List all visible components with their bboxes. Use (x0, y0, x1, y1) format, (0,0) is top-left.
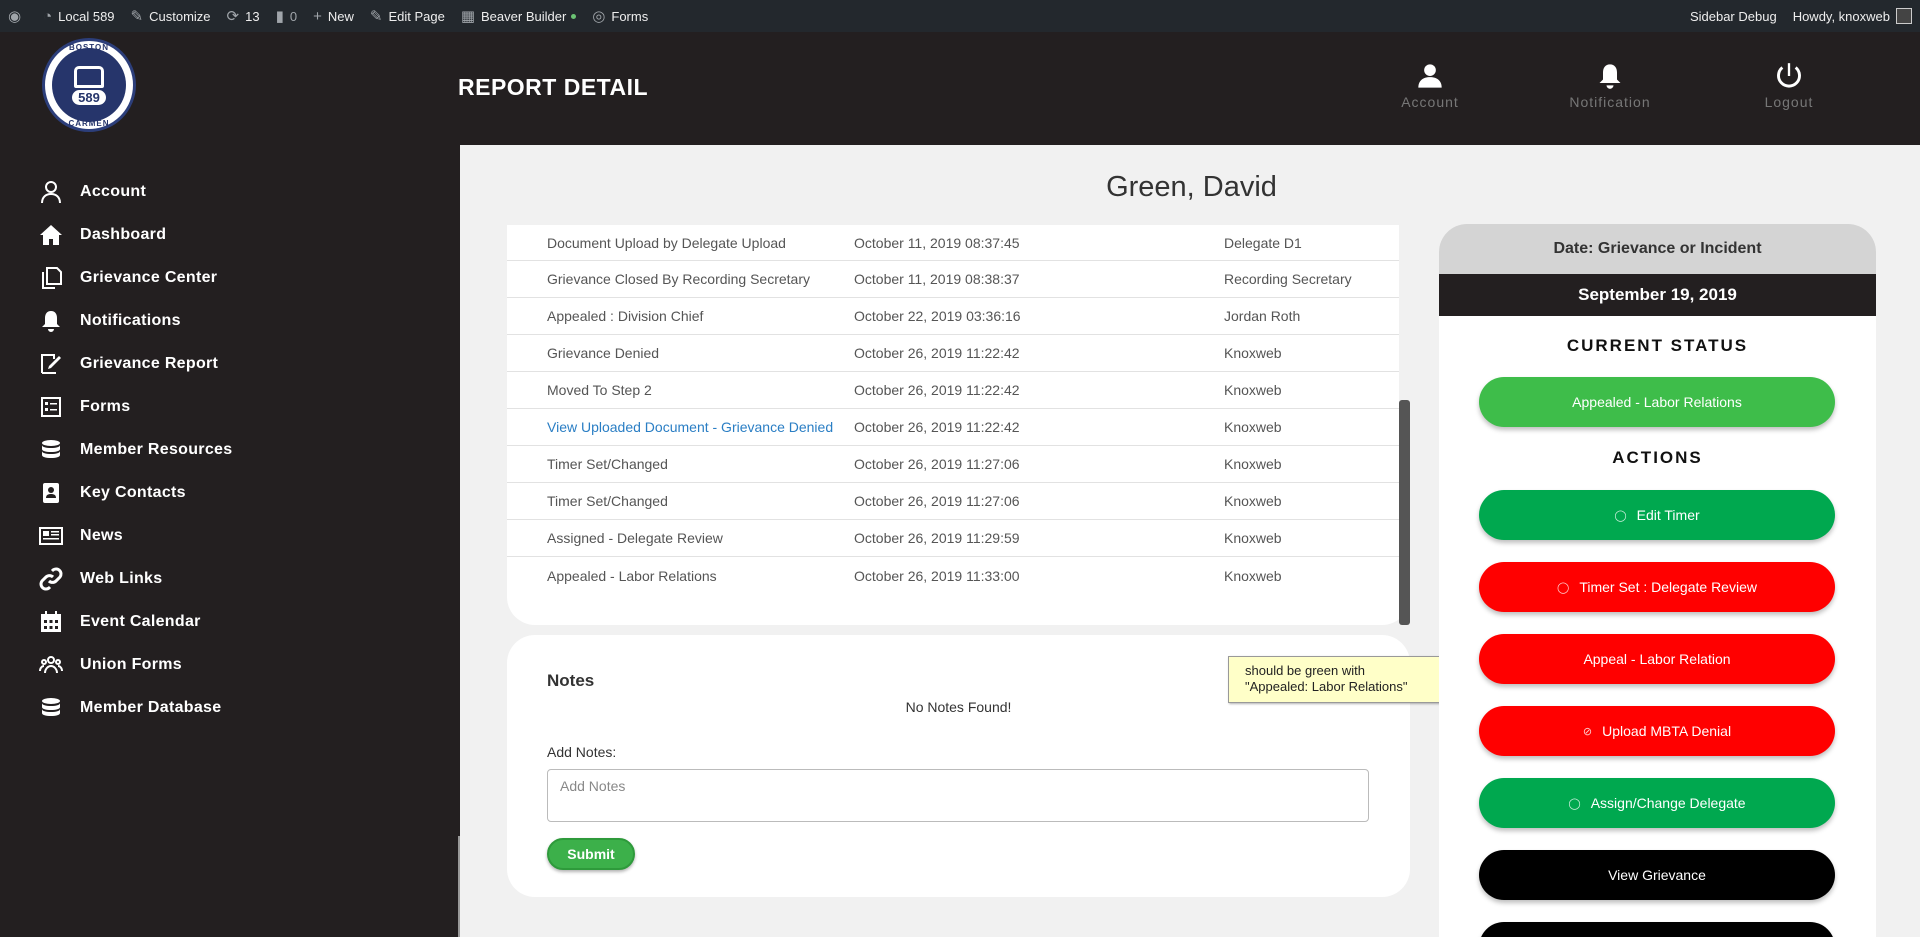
member-name: Green, David (1106, 171, 1277, 203)
add-notes-label: Add Notes: (547, 744, 617, 760)
avatar (1896, 8, 1912, 24)
check-circle-icon: ◯ (1614, 509, 1627, 522)
notification-button[interactable]: Notification (1560, 62, 1660, 110)
ban-icon: ⊘ (1582, 725, 1593, 738)
forms-icon: ◎ (592, 7, 606, 25)
check-circle-icon: ◯ (1557, 581, 1570, 594)
beaver-builder-link[interactable]: ▦ Beaver Builder (453, 0, 584, 32)
incident-date: September 19, 2019 (1439, 274, 1876, 316)
admin-bar: ◉ ◔ Local 589 ✎ Customize ⟳ 13 ▮ 0 + New ✎ Edi… (0, 0, 1920, 32)
edit-timer-button[interactable]: ◯ Edit Timer (1479, 490, 1835, 540)
plus-icon: + (313, 7, 322, 25)
database-icon (38, 437, 64, 463)
table-row: Timer Set/Changed October 26, 2019 11:27:… (507, 446, 1410, 483)
union-logo[interactable]: BOSTON 589 CARMEN (42, 38, 136, 132)
pencil-icon: ✎ (369, 7, 383, 25)
forms-link[interactable]: ◎ Forms (584, 0, 656, 32)
table-row: Timer Set/Changed October 26, 2019 11:27:… (507, 483, 1410, 520)
sidebar-item-member-resources[interactable]: Member Resources (38, 428, 232, 471)
edit-page-link[interactable]: ✎ Edit Page (362, 0, 453, 32)
notes-input[interactable] (547, 769, 1369, 822)
main-content: Green, David Document Upload by Delegate… (460, 145, 1920, 937)
date-label: Date: Grievance or Incident (1439, 224, 1876, 274)
notes-heading: Notes (547, 671, 595, 690)
actions-heading: ACTIONS (1612, 448, 1703, 467)
brush-icon: ✎ (130, 7, 144, 25)
assign-change-delegate-button[interactable]: ◯ Assign/Change Delegate (1479, 778, 1835, 828)
history-table[interactable]: Document Upload by Delegate Upload Octobe… (507, 225, 1410, 625)
news-icon (38, 523, 64, 549)
view-grievance-button[interactable]: View Grievance (1479, 850, 1835, 900)
comment-icon: ▮ (275, 7, 284, 25)
wordpress-logo-icon[interactable]: ◉ (0, 0, 35, 32)
sidebar-item-web-links[interactable]: Web Links (38, 557, 232, 600)
updates-link[interactable]: ⟳ 13 (219, 0, 268, 32)
more-action-button[interactable] (1479, 922, 1835, 937)
sidebar-item-union-forms[interactable]: Union Forms (38, 643, 232, 686)
sidebar-item-event-calendar[interactable]: Event Calendar (38, 600, 232, 643)
table-row: Appealed - Labor Relations October 26, 20… (547, 567, 1282, 584)
page-title: REPORT DETAIL (458, 74, 649, 100)
submit-button[interactable]: Submit (547, 838, 635, 870)
form-icon (38, 394, 64, 420)
sidebar-item-dashboard[interactable]: Dashboard (38, 213, 232, 256)
view-document-link[interactable]: View Uploaded Document - Grievance Denie… (507, 419, 854, 435)
user-icon (38, 179, 64, 205)
comments-link[interactable]: ▮ 0 (268, 0, 306, 32)
history-scrollbar-thumb[interactable] (1399, 400, 1410, 625)
sidebar-item-member-database[interactable]: Member Database (38, 686, 232, 729)
grid-icon: ▦ (460, 7, 476, 25)
bell-icon (38, 308, 64, 334)
table-row: Document Upload by Delegate Upload Octobe… (507, 225, 1410, 261)
current-status-heading: CURRENT STATUS (1566, 336, 1749, 355)
current-status-badge: Appealed - Labor Relations (1479, 377, 1835, 427)
database-icon (38, 695, 64, 721)
table-row: Grievance Closed By Recording Secretary O… (507, 261, 1410, 298)
user-icon (1418, 64, 1442, 88)
site-name-link[interactable]: ◔ Local 589 (35, 0, 122, 32)
timer-set-delegate-review-button[interactable]: ◯ Timer Set : Delegate Review (1479, 562, 1835, 612)
sidebar-item-key-contacts[interactable]: Key Contacts (38, 471, 232, 514)
table-row: Appealed : Division Chief October 22, 201… (507, 298, 1410, 335)
sidebar-item-account[interactable]: Account (38, 170, 232, 213)
top-header: REPORT DETAIL Account Notification Logou… (458, 32, 1920, 144)
logout-button[interactable]: Logout (1739, 62, 1839, 110)
circle-icon: ◯ (1568, 797, 1581, 810)
sidebar-item-forms[interactable]: Forms (38, 385, 232, 428)
sidebar-item-notifications[interactable]: Notifications (38, 299, 232, 342)
account-button[interactable]: Account (1380, 62, 1480, 110)
calendar-icon (38, 609, 64, 635)
divider (458, 836, 460, 937)
contact-icon (38, 480, 64, 506)
sidebar-item-news[interactable]: News (38, 514, 232, 557)
copy-icon (38, 265, 64, 291)
table-row: Grievance Denied October 26, 2019 11:22:4… (507, 335, 1410, 372)
sidebar-debug-link[interactable]: Sidebar Debug (1682, 0, 1785, 32)
upload-mbta-denial-button[interactable]: ⊘ Upload MBTA Denial (1479, 706, 1835, 756)
status-dot (571, 13, 577, 19)
table-row: Moved To Step 2 October 26, 2019 11:22:42… (507, 372, 1410, 409)
dashboard-icon: ◔ (43, 7, 53, 25)
sidebar-item-grievance-report[interactable]: Grievance Report (38, 342, 232, 385)
status-panel: Date: Grievance or Incident September 19… (1439, 224, 1876, 937)
table-row: View Uploaded Document - Grievance Denie… (507, 409, 1410, 446)
bus-icon (74, 65, 104, 88)
customize-link[interactable]: ✎ Customize (123, 0, 219, 32)
new-content-link[interactable]: + New (305, 0, 362, 32)
power-icon (1777, 63, 1801, 88)
bell-icon (1599, 64, 1621, 89)
appeal-labor-relation-button[interactable]: Appeal - Labor Relation (1479, 634, 1835, 684)
report-icon (38, 351, 64, 377)
sidebar-nav: Account Dashboard Grievance Center Notif… (38, 170, 232, 729)
refresh-icon: ⟳ (226, 7, 240, 25)
my-account-link[interactable]: Howdy, knoxweb (1785, 0, 1920, 32)
table-row: Assigned - Delegate Review October 26, 20… (507, 520, 1410, 557)
sidebar: BOSTON 589 CARMEN Account Dashboard Grie… (0, 32, 458, 937)
users-icon (38, 652, 64, 678)
link-icon (38, 566, 64, 592)
sidebar-item-grievance-center[interactable]: Grievance Center (38, 256, 232, 299)
home-icon (38, 222, 64, 248)
annotation-callout: should be green with "Appealed: Labor Re… (1228, 656, 1444, 703)
